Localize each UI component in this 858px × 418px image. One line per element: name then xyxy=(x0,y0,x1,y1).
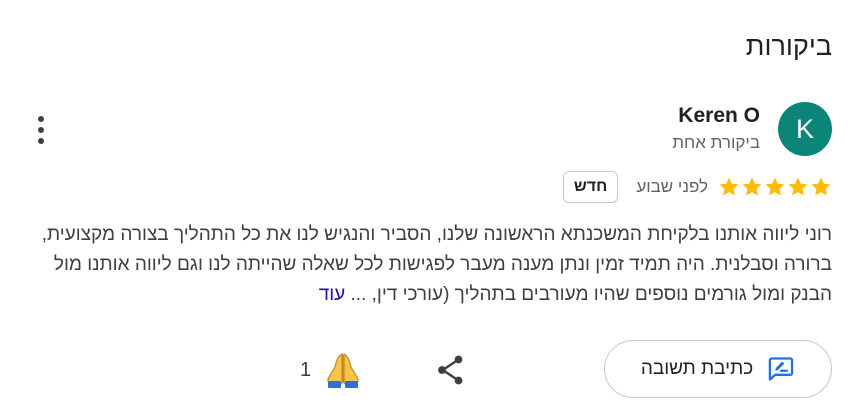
review-date: לפני שבוע xyxy=(636,177,708,196)
reviewer-review-count: ביקורת אחת xyxy=(672,133,760,152)
reaction-button[interactable]: 1 xyxy=(300,350,363,390)
star-icon xyxy=(788,177,808,196)
more-vert-icon xyxy=(38,127,44,133)
review-text: רוני ליווה אותנו בלקיחת המשכנתא הראשונה … xyxy=(22,220,832,310)
more-vert-icon xyxy=(38,138,44,144)
read-more-link[interactable]: עוד xyxy=(319,284,346,305)
star-icon xyxy=(811,177,831,196)
more-options-button[interactable] xyxy=(28,113,56,147)
new-badge: חדש xyxy=(562,171,619,203)
share-icon xyxy=(438,355,463,385)
more-vert-icon xyxy=(38,116,44,122)
reaction-count: 1 xyxy=(300,358,312,381)
share-button[interactable] xyxy=(433,352,469,388)
star-rating xyxy=(718,176,832,198)
write-reply-button[interactable]: כתיבת תשובה xyxy=(604,340,832,398)
reviewer-name[interactable]: Keren O xyxy=(678,102,760,130)
review-text-body: רוני ליווה אותנו בלקיחת המשכנתא הראשונה … xyxy=(41,224,832,305)
rating-row: לפני שבוע חדש xyxy=(562,170,832,204)
star-icon xyxy=(765,177,785,196)
folded-hands-emoji xyxy=(327,353,359,388)
rate-review-icon xyxy=(768,357,794,381)
section-title: ביקורות xyxy=(745,31,832,61)
avatar[interactable]: K xyxy=(778,102,832,156)
write-reply-label: כתיבת תשובה xyxy=(640,358,754,379)
star-icon xyxy=(742,177,762,196)
star-icon xyxy=(719,177,739,196)
